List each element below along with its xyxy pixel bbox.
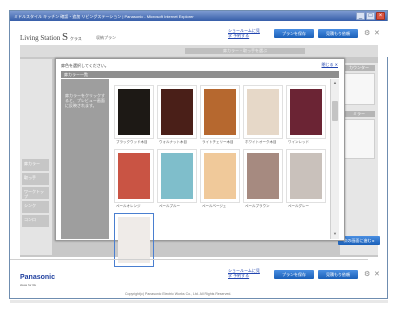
window-title: ミドルスタイル キッチン 確認・追加 リビングステーション | Panasoni… <box>14 14 194 19</box>
color-chip <box>118 153 150 199</box>
color-chip <box>247 89 279 135</box>
scroll-down-icon[interactable]: ▼ <box>332 231 338 237</box>
swatch-label: ペールグレー <box>288 204 309 208</box>
door-color-swatch[interactable] <box>114 213 154 275</box>
swatch-label: ペールブルー <box>159 204 180 208</box>
scroll-thumb[interactable] <box>332 101 338 121</box>
swatch-frame <box>157 85 197 139</box>
swatch-frame <box>200 85 240 139</box>
footer-save-plan-button[interactable]: プランを保存 <box>274 270 314 279</box>
mirror-label: ミラー <box>343 111 375 117</box>
color-chip <box>118 217 150 263</box>
window-controls: _ □ × <box>356 12 385 20</box>
modal-scrollbar[interactable]: ▲ ▼ <box>330 79 339 239</box>
left-menu: 扉カラー 取っ手 ワークトップ シンク コンロ <box>20 59 52 255</box>
door-color-swatch[interactable]: ウォルナット木目 <box>157 85 197 147</box>
swatch-label: ホワイトオーク木目 <box>245 140 277 144</box>
left-menu-item[interactable]: シンク <box>22 201 49 213</box>
color-chip <box>118 89 150 135</box>
left-menu-item[interactable]: 取っ手 <box>22 173 49 185</box>
swatch-grid: ブラックウッド木目 ウォルナット木目 ライトチェリー木目 ホワイトオーク木目 ワインレッ… <box>111 79 329 267</box>
door-color-swatch[interactable]: ペールベージュ <box>200 149 240 211</box>
swatch-frame <box>114 149 154 203</box>
modal-title: 扉色を選択してください。 <box>61 63 109 68</box>
swatch-label: ペールブラウン <box>245 204 270 208</box>
swatch-label: ワインレッド <box>288 140 309 144</box>
stage-header: 扉カラー・取っ手を選ぶ <box>20 45 378 57</box>
brand-class: クラス <box>69 36 82 41</box>
door-color-swatch[interactable]: ホワイトオーク木目 <box>243 85 283 147</box>
minimize-button[interactable]: _ <box>356 12 365 20</box>
swatch-frame <box>243 149 283 203</box>
save-plan-button[interactable]: プランを保存 <box>274 29 314 38</box>
swatch-label: ウォルナット木目 <box>159 140 187 144</box>
copyright-text: Copyright(c) Panasonic Electric Works Co… <box>125 292 232 296</box>
door-color-swatch[interactable]: ペールブラウン <box>243 149 283 211</box>
swatch-label: ライトチェリー木目 <box>202 140 234 144</box>
modal-subheader: 扉カラー一覧 <box>61 71 339 78</box>
swatch-frame <box>200 149 240 203</box>
modal-close-link[interactable]: 閉じる ✕ <box>322 62 338 68</box>
swatch-frame <box>157 149 197 203</box>
footer-gear-icon[interactable]: ⚙ <box>364 270 370 278</box>
swatch-frame <box>286 149 326 203</box>
maximize-button[interactable]: □ <box>366 12 375 20</box>
right-menu: カウンター ミラー <box>340 63 378 255</box>
status-bar <box>10 300 388 303</box>
gear-icon[interactable]: ⚙ <box>364 29 370 37</box>
swatch-label: ペールオレンジ <box>116 204 141 208</box>
door-color-modal: 扉色を選択してください。 閉じる ✕ 扉カラー一覧 扉カラーをクリックすると、プ… <box>55 58 345 267</box>
left-menu-item[interactable]: ワークトップ <box>22 187 49 199</box>
door-color-swatch[interactable]: ワインレッド <box>286 85 326 147</box>
close-icon[interactable]: ✕ <box>374 29 380 37</box>
color-chip <box>161 153 193 199</box>
scroll-up-icon[interactable]: ▲ <box>332 80 338 86</box>
color-chip <box>204 153 236 199</box>
footer-divider <box>10 259 368 260</box>
panasonic-logo[interactable]: Panasonic <box>20 274 55 281</box>
estimate-button[interactable]: 見積もり依頼 <box>318 29 358 38</box>
door-color-swatch[interactable]: ペールグレー <box>286 149 326 211</box>
brand-letter: S <box>62 31 69 43</box>
left-menu-item[interactable]: 扉カラー <box>22 159 49 171</box>
color-chip <box>290 153 322 199</box>
color-chip <box>161 89 193 135</box>
brand-word: Living Station <box>20 34 61 42</box>
modal-instructions: 扉カラーをクリックすると、プレビュー画面に反映されます。 <box>61 79 109 239</box>
swatch-frame <box>243 85 283 139</box>
close-window-button[interactable]: × <box>376 12 385 20</box>
color-chip <box>247 153 279 199</box>
footer-showroom-link[interactable]: ショールームに見学 予約する <box>228 268 262 278</box>
footer-estimate-button[interactable]: 見積もり依頼 <box>318 270 358 279</box>
door-color-swatch[interactable]: ペールオレンジ <box>114 149 154 211</box>
swatch-frame <box>286 85 326 139</box>
color-chip <box>290 89 322 135</box>
swatch-label: ブラックウッド木目 <box>116 140 148 144</box>
left-menu-item[interactable]: コンロ <box>22 215 49 227</box>
door-color-swatch[interactable]: ブラックウッド木目 <box>114 85 154 147</box>
tab-door-color[interactable]: 扉カラー・取っ手を選ぶ <box>185 48 305 54</box>
counter-label: カウンター <box>343 65 375 71</box>
brand-subtitle: 収納プラン <box>96 35 116 40</box>
footer-close-icon[interactable]: ✕ <box>374 270 380 278</box>
color-chip <box>204 89 236 135</box>
door-color-swatch[interactable]: ペールブルー <box>157 149 197 211</box>
mirror-option[interactable] <box>343 119 375 159</box>
brand-title: Living Station S クラス <box>20 31 82 43</box>
counter-option[interactable] <box>343 73 375 105</box>
logo-tagline: ideas for life <box>20 283 37 287</box>
swatch-label: ペールベージュ <box>202 204 227 208</box>
swatch-frame <box>114 85 154 139</box>
door-color-swatch[interactable]: ライトチェリー木目 <box>200 85 240 147</box>
showroom-link[interactable]: ショールームに見学 予約する <box>228 28 262 38</box>
